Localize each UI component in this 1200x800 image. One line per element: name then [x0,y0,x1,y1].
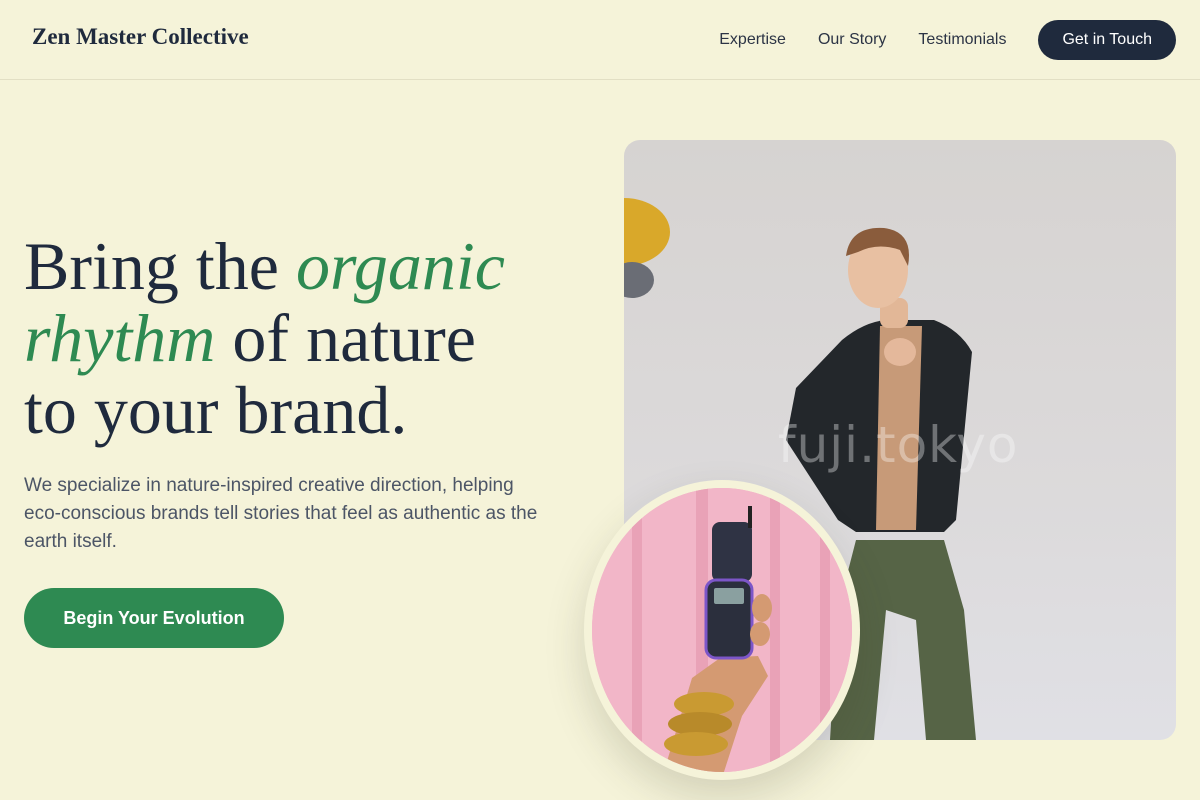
hero-title-emphasis-rhythm: rhythm [24,300,216,376]
brand-logo[interactable]: Zen Master Collective [32,24,249,50]
hero-title-part2: of nature [215,300,476,376]
nav-link-our-story[interactable]: Our Story [818,31,886,49]
hero-title-part1: Bring the [24,228,296,304]
hero-subtitle: We specialize in nature-inspired creativ… [24,475,538,552]
hero-title-part3: to your brand. [24,372,408,448]
site-header: Zen Master Collective Expertise Our Stor… [0,0,1200,80]
main-nav: Expertise Our Story Testimonials Get in … [719,20,1176,60]
hero-title: Bring the organic rhythm of nature to your… [24,230,584,446]
nav-link-expertise[interactable]: Expertise [719,31,786,49]
hand-holding-phone-photo [592,488,852,772]
phone-photo-illustration [592,488,852,772]
begin-evolution-button[interactable]: Begin Your Evolution [24,588,284,648]
circle-photo-frame [584,480,860,780]
get-in-touch-button[interactable]: Get in Touch [1038,20,1176,60]
image-watermark: fuji.tokyo [778,416,1019,474]
hero-title-emphasis-organic: organic [295,228,505,304]
nav-link-testimonials[interactable]: Testimonials [918,31,1006,49]
